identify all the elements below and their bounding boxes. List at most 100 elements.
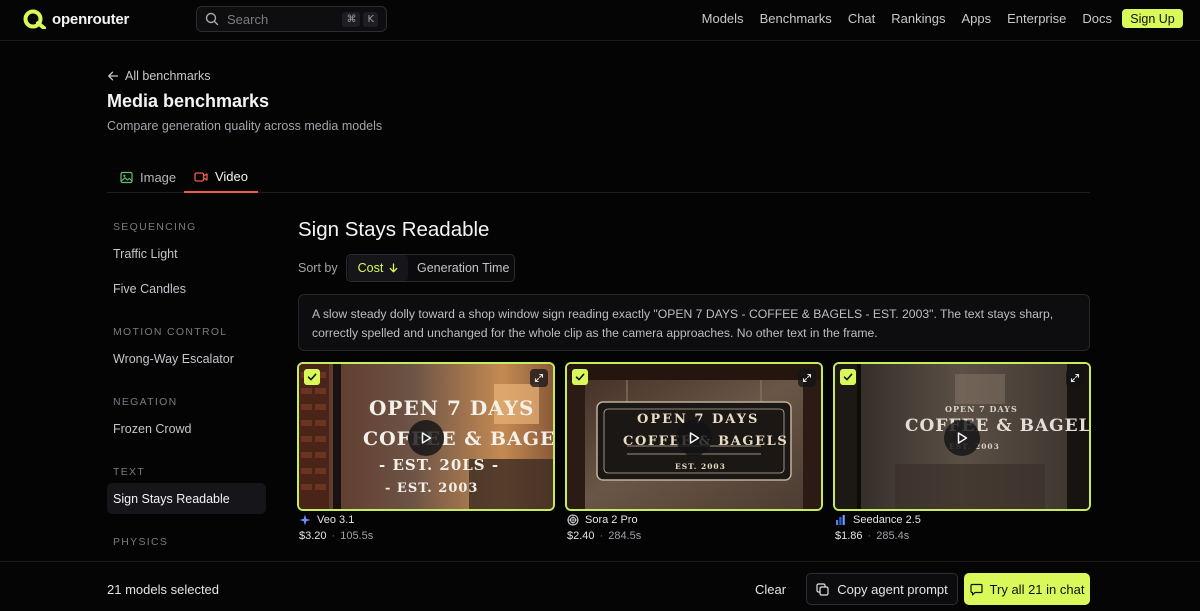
nav-links: Models Benchmarks Chat Rankings Apps Ent… <box>702 11 1112 26</box>
expand-button[interactable] <box>1066 369 1084 387</box>
sign-line-3: EST. 2003 <box>675 462 726 471</box>
page-subtitle: Compare generation quality across media … <box>107 119 383 133</box>
nav-link-models[interactable]: Models <box>702 11 744 26</box>
play-button[interactable] <box>676 420 712 456</box>
sign-line-2: COFFEE & BAGELS <box>905 416 1091 436</box>
openrouter-logo-icon <box>23 9 46 29</box>
result-meta-veo: Veo 3.1 $3.20 · 105.5s <box>299 514 373 542</box>
section-heading-text: TEXT <box>113 466 146 478</box>
sign-line-4: - EST. 2003 <box>385 481 479 496</box>
sidebar-item-five-candles[interactable]: Five Candles <box>107 273 266 304</box>
result-time: 285.4s <box>876 530 910 542</box>
clear-button[interactable]: Clear <box>755 582 786 597</box>
selected-count: 21 models selected <box>107 582 220 597</box>
sort-cost-label: Cost <box>357 261 384 275</box>
shortcut-key-cmd: ⌘ <box>342 11 361 27</box>
video-icon <box>194 171 208 182</box>
result-time: 284.5s <box>608 530 642 542</box>
back-link-label: All benchmarks <box>125 69 211 83</box>
result-price: $3.20 <box>299 530 327 542</box>
try-all-in-chat-label: Try all 21 in chat <box>989 581 1085 597</box>
play-button[interactable] <box>408 420 444 456</box>
brand-name: openrouter <box>52 10 130 28</box>
section-heading-sequencing: SEQUENCING <box>113 221 197 233</box>
chat-bubble-icon <box>969 583 983 596</box>
result-price: $2.40 <box>567 530 595 542</box>
sign-up-button[interactable]: Sign Up <box>1122 9 1183 28</box>
image-icon <box>120 171 133 184</box>
section-heading-negation: NEGATION <box>113 396 178 408</box>
shortcut-key-k: K <box>363 11 378 27</box>
result-card-seedance[interactable]: OPEN 7 DAYS COFFEE & BAGELS EST. 2003 <box>833 362 1091 511</box>
result-meta-sora: Sora 2 Pro $2.40 · 284.5s <box>567 514 641 542</box>
sidebar-item-sign-stays-readable[interactable]: Sign Stays Readable <box>107 483 266 514</box>
model-name-row: Veo 3.1 <box>299 514 373 526</box>
tab-image-label: Image <box>140 170 177 185</box>
veo-icon <box>299 514 311 526</box>
media-tabs: Image Video <box>107 162 1090 193</box>
checkbox-selected[interactable] <box>572 369 588 385</box>
brand-logo[interactable]: openrouter <box>22 9 129 29</box>
expand-button[interactable] <box>798 369 816 387</box>
sign-line-3: - EST. 20LS - <box>379 456 500 474</box>
result-stats: $3.20 · 105.5s <box>299 530 374 542</box>
nav-link-rankings[interactable]: Rankings <box>891 11 945 26</box>
sidebar-item-frozen-crowd[interactable]: Frozen Crowd <box>107 413 266 444</box>
check-icon <box>843 373 853 381</box>
sort-generation-time-button[interactable]: Generation Time <box>417 261 509 275</box>
model-name: Seedance 2.5 <box>853 514 921 526</box>
copy-agent-prompt-button[interactable]: Copy agent prompt <box>806 573 958 605</box>
model-name: Sora 2 Pro <box>585 514 638 526</box>
tab-image[interactable]: Image <box>120 162 176 193</box>
result-card-sora[interactable]: OPEN 7 DAYS COFFEE & BAGELS EST. 2003 <box>565 362 823 511</box>
sign-line-2: COFFEE & BAGELS <box>363 428 555 450</box>
play-icon <box>689 432 700 444</box>
tab-video[interactable]: Video <box>184 162 258 193</box>
model-name-row: Sora 2 Pro <box>567 514 641 526</box>
nav-link-docs[interactable]: Docs <box>1082 11 1112 26</box>
copy-icon <box>816 582 829 596</box>
sora-icon <box>567 514 579 526</box>
result-meta-seedance: Seedance 2.5 $1.86 · 285.4s <box>835 514 921 542</box>
nav-link-enterprise[interactable]: Enterprise <box>1007 11 1066 26</box>
expand-icon <box>534 373 544 383</box>
prompt-text: A slow steady dolly toward a shop window… <box>298 294 1090 351</box>
sort-by-label: Sort by <box>298 261 338 275</box>
result-time: 105.5s <box>340 530 374 542</box>
nav-link-benchmarks[interactable]: Benchmarks <box>760 11 832 26</box>
section-heading-motion-control: MOTION CONTROL <box>113 326 228 338</box>
checkbox-selected[interactable] <box>840 369 856 385</box>
try-all-in-chat-button[interactable]: Try all 21 in chat <box>964 573 1090 605</box>
benchmark-title: Sign Stays Readable <box>298 218 490 241</box>
play-button[interactable] <box>944 420 980 456</box>
nav-link-apps[interactable]: Apps <box>961 11 991 26</box>
expand-icon <box>1070 373 1080 383</box>
search-box[interactable]: Search ⌘ K <box>196 6 387 32</box>
sidebar-item-wrong-way-escalator[interactable]: Wrong-Way Escalator <box>107 343 266 374</box>
result-price: $1.86 <box>835 530 863 542</box>
play-icon <box>957 432 968 444</box>
checkbox-selected[interactable] <box>304 369 320 385</box>
model-name: Veo 3.1 <box>317 514 355 526</box>
result-card-veo[interactable]: OPEN 7 DAYS COFFEE & BAGELS - EST. 20LS … <box>297 362 555 511</box>
arrow-down-icon <box>389 263 398 273</box>
sidebar-item-traffic-light[interactable]: Traffic Light <box>107 238 266 269</box>
nav-link-chat[interactable]: Chat <box>848 11 875 26</box>
expand-icon <box>802 373 812 383</box>
arrow-left-icon <box>108 71 119 81</box>
model-name-row: Seedance 2.5 <box>835 514 921 526</box>
copy-agent-prompt-label: Copy agent prompt <box>837 581 948 597</box>
search-input[interactable]: Search <box>227 12 339 27</box>
search-icon <box>205 12 219 26</box>
top-navigation: openrouter Search ⌘ K Models Benchmarks … <box>0 0 1200 41</box>
sign-line-1: OPEN 7 DAYS <box>945 404 1018 414</box>
result-stats: $1.86 · 285.4s <box>835 530 910 542</box>
check-icon <box>307 373 317 381</box>
sort-toggle-group: Cost Generation Time <box>346 254 515 282</box>
back-link[interactable]: All benchmarks <box>107 69 210 83</box>
page-title: Media benchmarks <box>107 91 270 111</box>
check-icon <box>575 373 585 381</box>
sign-line-1: OPEN 7 DAYS <box>369 396 535 420</box>
sort-cost-button[interactable]: Cost <box>348 255 408 281</box>
expand-button[interactable] <box>530 369 548 387</box>
